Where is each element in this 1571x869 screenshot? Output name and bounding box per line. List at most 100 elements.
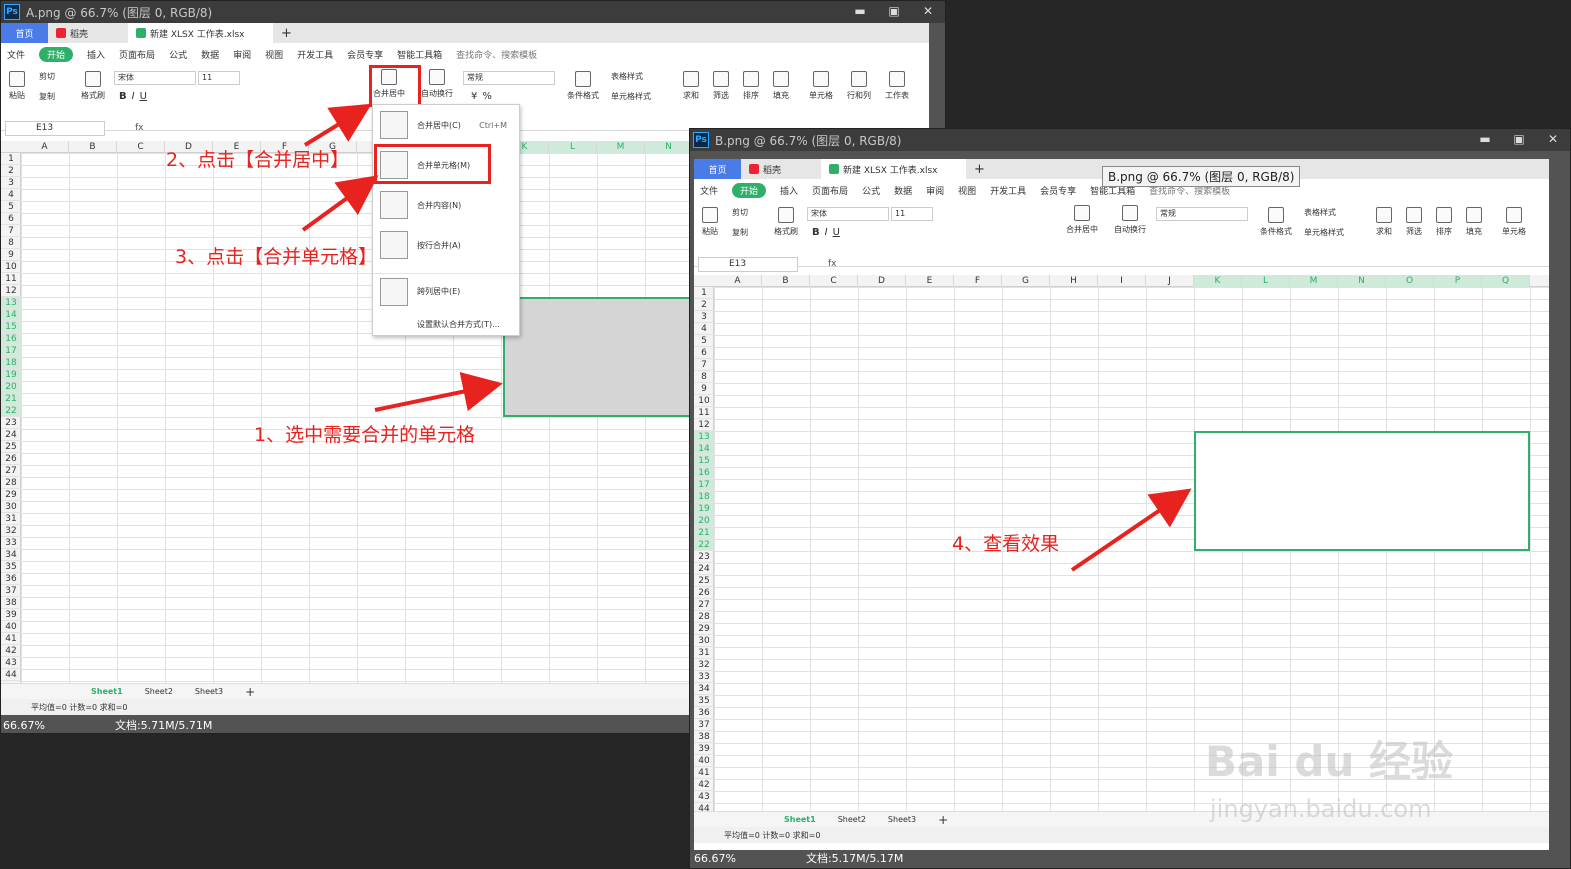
- column-header[interactable]: L: [549, 141, 597, 153]
- tab-document[interactable]: 新建 XLSX 工作表.xlsx: [821, 159, 966, 179]
- format-painter-button[interactable]: 格式刷: [774, 207, 798, 237]
- row-header[interactable]: 40: [1, 621, 21, 633]
- row-header[interactable]: 37: [694, 719, 714, 731]
- menu-item-center-across[interactable]: 跨列居中(E): [373, 273, 519, 309]
- menu-member[interactable]: 会员专享: [1040, 184, 1076, 197]
- column-header[interactable]: Q: [1482, 275, 1530, 287]
- row-header[interactable]: 9: [1, 249, 21, 261]
- menu-file[interactable]: 文件: [7, 48, 25, 61]
- bold-button[interactable]: B: [119, 91, 127, 102]
- font-size-select[interactable]: 11: [198, 71, 240, 85]
- row-header[interactable]: 21: [1, 393, 21, 405]
- menu-item-default-merge[interactable]: 设置默认合并方式(T)...: [417, 319, 500, 330]
- row-header[interactable]: 15: [1, 321, 21, 333]
- bold-button[interactable]: B: [812, 227, 820, 238]
- conditional-format-button[interactable]: 条件格式: [567, 71, 599, 101]
- menu-start[interactable]: 开始: [39, 46, 74, 62]
- column-header[interactable]: N: [1338, 275, 1386, 287]
- row-header[interactable]: 19: [1, 369, 21, 381]
- column-header[interactable]: P: [1434, 275, 1482, 287]
- row-header[interactable]: 13: [1, 297, 21, 309]
- menu-item-merge-by-row[interactable]: 按行合并(A): [373, 227, 519, 263]
- column-header[interactable]: A: [714, 275, 762, 287]
- sheet-tab-1[interactable]: Sheet1: [784, 815, 816, 824]
- row-header[interactable]: 39: [694, 743, 714, 755]
- cell-style-button[interactable]: 单元格样式: [611, 91, 651, 102]
- menu-item-merge-center[interactable]: 合并居中(C) Ctrl+M: [373, 107, 519, 143]
- column-header[interactable]: C: [810, 275, 858, 287]
- row-header[interactable]: 38: [1, 597, 21, 609]
- column-header[interactable]: I: [1098, 275, 1146, 287]
- row-header[interactable]: 40: [694, 755, 714, 767]
- name-box[interactable]: E13: [698, 256, 798, 272]
- minimize-button[interactable]: ▬: [1468, 129, 1502, 149]
- row-header[interactable]: 43: [694, 791, 714, 803]
- row-header[interactable]: 29: [1, 489, 21, 501]
- column-header[interactable]: F: [954, 275, 1002, 287]
- minimize-button[interactable]: ▬: [843, 1, 877, 21]
- row-header[interactable]: 44: [694, 803, 714, 811]
- row-header[interactable]: 27: [1, 465, 21, 477]
- cut-button[interactable]: 剪切: [39, 71, 55, 82]
- row-header[interactable]: 42: [694, 779, 714, 791]
- row-header[interactable]: 14: [694, 443, 714, 455]
- row-header[interactable]: 30: [694, 635, 714, 647]
- fill-button[interactable]: 填充: [773, 71, 789, 101]
- menu-data[interactable]: 数据: [894, 184, 912, 197]
- fx-icon[interactable]: fx: [135, 123, 144, 133]
- row-header[interactable]: 43: [1, 657, 21, 669]
- row-header[interactable]: 26: [1, 453, 21, 465]
- column-header[interactable]: B: [762, 275, 810, 287]
- table-style-button[interactable]: 表格样式: [611, 71, 643, 82]
- row-header[interactable]: 26: [694, 587, 714, 599]
- copy-button[interactable]: 复制: [39, 91, 55, 102]
- menu-smart-toolbox[interactable]: 智能工具箱: [397, 48, 442, 61]
- column-header[interactable]: G: [1002, 275, 1050, 287]
- row-header[interactable]: 2: [694, 299, 714, 311]
- row-header[interactable]: 23: [1, 417, 21, 429]
- underline-button[interactable]: U: [833, 227, 840, 238]
- column-header[interactable]: E: [906, 275, 954, 287]
- row-header[interactable]: 38: [694, 731, 714, 743]
- row-header[interactable]: 6: [1, 213, 21, 225]
- merge-center-button[interactable]: 合并居中: [1066, 205, 1098, 235]
- font-name-select[interactable]: 宋体: [114, 71, 196, 85]
- row-header[interactable]: 34: [1, 549, 21, 561]
- cell-button[interactable]: 单元格: [1502, 207, 1526, 237]
- new-tab-button[interactable]: +: [966, 159, 993, 179]
- column-header[interactable]: D: [858, 275, 906, 287]
- worksheet-button[interactable]: 工作表: [885, 71, 909, 101]
- row-header[interactable]: 20: [1, 381, 21, 393]
- row-header[interactable]: 19: [694, 503, 714, 515]
- command-search[interactable]: 查找命令、搜索模板: [456, 48, 537, 61]
- row-header[interactable]: 8: [1, 237, 21, 249]
- row-header[interactable]: 30: [1, 501, 21, 513]
- menu-item-merge-content[interactable]: 合并内容(N): [373, 187, 519, 223]
- column-header[interactable]: C: [117, 141, 165, 153]
- font-name-select[interactable]: 宋体: [807, 207, 889, 221]
- row-header[interactable]: 5: [694, 335, 714, 347]
- window-b-titlebar[interactable]: Ps B.png @ 66.7% (图层 0, RGB/8) ▬ ▣ ✕: [690, 129, 1570, 151]
- copy-button[interactable]: 复制: [732, 227, 748, 238]
- row-header[interactable]: 33: [694, 671, 714, 683]
- row-header[interactable]: 36: [1, 573, 21, 585]
- row-header[interactable]: 35: [1, 561, 21, 573]
- menu-developer[interactable]: 开发工具: [990, 184, 1026, 197]
- row-header[interactable]: 23: [694, 551, 714, 563]
- row-header[interactable]: 36: [694, 707, 714, 719]
- new-tab-button[interactable]: +: [273, 23, 300, 43]
- sort-button[interactable]: 排序: [743, 71, 759, 101]
- sheet-tab-3[interactable]: Sheet3: [195, 687, 223, 696]
- paste-button[interactable]: 粘贴: [702, 207, 718, 237]
- column-header[interactable]: M: [597, 141, 645, 153]
- row-header[interactable]: 11: [694, 407, 714, 419]
- row-header[interactable]: 28: [1, 477, 21, 489]
- tab-document[interactable]: 新建 XLSX 工作表.xlsx: [128, 23, 273, 43]
- row-header[interactable]: 14: [1, 309, 21, 321]
- row-header[interactable]: 39: [1, 609, 21, 621]
- row-header[interactable]: 18: [1, 357, 21, 369]
- row-header[interactable]: 10: [694, 395, 714, 407]
- row-header[interactable]: 11: [1, 273, 21, 285]
- menu-data[interactable]: 数据: [201, 48, 219, 61]
- font-size-select[interactable]: 11: [891, 207, 933, 221]
